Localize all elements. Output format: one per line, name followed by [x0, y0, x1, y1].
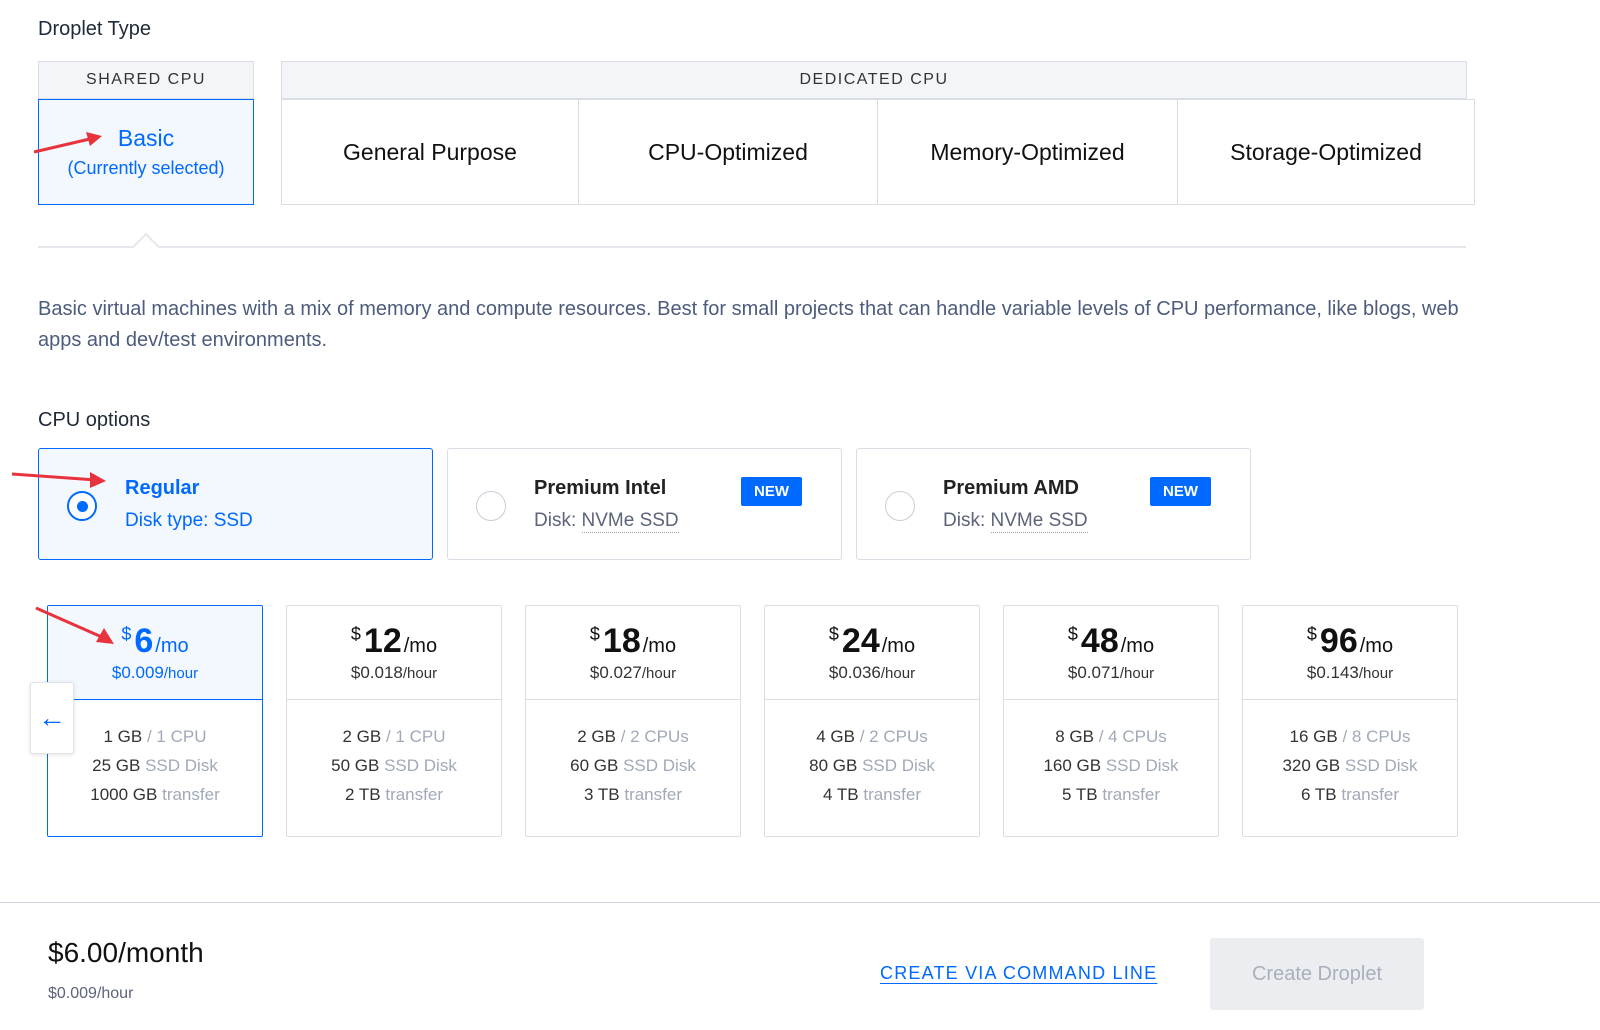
new-badge: NEW [741, 477, 802, 506]
plan-card[interactable]: $6/mo $0.009/hour 1 GB / 1 CPU 25 GB SSD… [47, 605, 263, 837]
cpu-option-disk: Disk: NVMe SSD [943, 510, 1088, 533]
cpu-option-disk: Disk type: SSD [125, 510, 253, 531]
tab-cpu-optimized[interactable]: CPU-Optimized [578, 99, 878, 205]
create-via-command-line-link[interactable]: CREATE VIA COMMAND LINE [880, 963, 1157, 984]
plan-card[interactable]: $12/mo $0.018/hour 2 GB / 1 CPU 50 GB SS… [286, 605, 502, 837]
plan-disk: 80 GB SSD Disk [809, 756, 935, 775]
plan-card[interactable]: $96/mo $0.143/hour 16 GB / 8 CPUs 320 GB… [1242, 605, 1458, 837]
monthly-price: $24/mo [828, 622, 916, 660]
plan-transfer: 4 TB transfer [823, 785, 921, 804]
plan-specs: 4 GB / 2 CPUs 80 GB SSD Disk 4 TB transf… [765, 700, 979, 809]
plan-price: $6/mo $0.009/hour [48, 606, 262, 700]
plan-specs: 16 GB / 8 CPUs 320 GB SSD Disk 6 TB tran… [1243, 700, 1457, 809]
selected-tab-caret [131, 232, 161, 262]
new-badge: NEW [1150, 477, 1211, 506]
cpu-options-title: CPU options [38, 409, 151, 431]
plan-card[interactable]: $18/mo $0.027/hour 2 GB / 2 CPUs 60 GB S… [525, 605, 741, 837]
plan-price: $18/mo $0.027/hour [526, 606, 740, 700]
plan-specs: 1 GB / 1 CPU 25 GB SSD Disk 1000 GB tran… [48, 700, 262, 809]
tab-divider [38, 246, 1466, 248]
plan-memory-cpu: 2 GB / 1 CPU [342, 727, 446, 746]
droplet-type-title: Droplet Type [38, 18, 152, 40]
plan-disk: 60 GB SSD Disk [570, 756, 696, 775]
tab-general-purpose[interactable]: General Purpose [281, 99, 579, 205]
plan-specs: 8 GB / 4 CPUs 160 GB SSD Disk 5 TB trans… [1004, 700, 1218, 809]
plan-transfer: 2 TB transfer [345, 785, 443, 804]
plan-price: $12/mo $0.018/hour [287, 606, 501, 700]
dedicated-cpu-header: DEDICATED CPU [281, 61, 1467, 99]
plan-transfer: 6 TB transfer [1301, 785, 1399, 804]
tab-storage-optimized[interactable]: Storage-Optimized [1177, 99, 1475, 205]
radio-premium-intel[interactable] [476, 491, 506, 521]
cpu-option-name: Regular [125, 477, 200, 499]
plan-price: $24/mo $0.036/hour [765, 606, 979, 700]
plan-specs: 2 GB / 1 CPU 50 GB SSD Disk 2 TB transfe… [287, 700, 501, 809]
hourly-total: $0.009/hour [48, 985, 134, 1002]
hourly-price: $0.027/hour [589, 663, 677, 682]
monthly-price: $18/mo [589, 622, 677, 660]
monthly-price: $12/mo [350, 622, 438, 660]
plan-memory-cpu: 4 GB / 2 CPUs [816, 727, 928, 746]
plan-disk: 25 GB SSD Disk [92, 756, 218, 775]
hourly-price: $0.009/hour [111, 663, 199, 682]
plan-disk: 160 GB SSD Disk [1043, 756, 1179, 775]
plan-memory-cpu: 16 GB / 8 CPUs [1289, 727, 1411, 746]
plan-card[interactable]: $48/mo $0.071/hour 8 GB / 4 CPUs 160 GB … [1003, 605, 1219, 837]
shared-cpu-header: SHARED CPU [38, 61, 254, 99]
monthly-price: $96/mo [1306, 622, 1394, 660]
cpu-option-name: Premium AMD [943, 477, 1079, 499]
plan-price: $48/mo $0.071/hour [1004, 606, 1218, 700]
arrow-left-icon: ← [38, 702, 66, 733]
hourly-price: $0.071/hour [1067, 663, 1155, 682]
radio-premium-amd[interactable] [885, 491, 915, 521]
hourly-price: $0.018/hour [350, 663, 438, 682]
plan-transfer: 1000 GB transfer [90, 785, 220, 804]
monthly-total: $6.00/month [48, 937, 204, 968]
cpu-option-regular[interactable]: Regular Disk type: SSD [38, 448, 433, 560]
hourly-price: $0.036/hour [828, 663, 916, 682]
plan-transfer: 5 TB transfer [1062, 785, 1160, 804]
basic-label: Basic [117, 125, 175, 151]
hourly-price: $0.143/hour [1306, 663, 1394, 682]
tab-memory-optimized[interactable]: Memory-Optimized [877, 99, 1178, 205]
plan-memory-cpu: 1 GB / 1 CPU [103, 727, 207, 746]
plan-disk: 50 GB SSD Disk [331, 756, 457, 775]
monthly-price: $48/mo [1067, 622, 1155, 660]
checkout-bar: $6.00/month $0.009/hour CREATE VIA COMMA… [0, 902, 1600, 1030]
cpu-option-premium-intel[interactable]: Premium Intel NEW Disk: NVMe SSD [447, 448, 842, 560]
plan-price: $96/mo $0.143/hour [1243, 606, 1457, 700]
create-droplet-button[interactable]: Create Droplet [1210, 938, 1424, 1010]
plan-memory-cpu: 8 GB / 4 CPUs [1055, 727, 1167, 746]
plan-memory-cpu: 2 GB / 2 CPUs [577, 727, 689, 746]
scroll-left-button[interactable]: ← [30, 682, 74, 754]
plan-disk: 320 GB SSD Disk [1282, 756, 1418, 775]
plan-card[interactable]: $24/mo $0.036/hour 4 GB / 2 CPUs 80 GB S… [764, 605, 980, 837]
cpu-option-premium-amd[interactable]: Premium AMD NEW Disk: NVMe SSD [856, 448, 1251, 560]
cpu-option-name: Premium Intel [534, 477, 667, 499]
currently-selected-label: (Currently selected) [67, 158, 225, 178]
droplet-type-description: Basic virtual machines with a mix of mem… [38, 298, 1459, 351]
cpu-option-disk: Disk: NVMe SSD [534, 510, 679, 533]
plan-specs: 2 GB / 2 CPUs 60 GB SSD Disk 3 TB transf… [526, 700, 740, 809]
monthly-price: $6/mo [121, 622, 189, 660]
tab-basic[interactable]: Basic (Currently selected) [38, 99, 254, 205]
radio-regular[interactable] [67, 491, 97, 521]
plan-transfer: 3 TB transfer [584, 785, 682, 804]
